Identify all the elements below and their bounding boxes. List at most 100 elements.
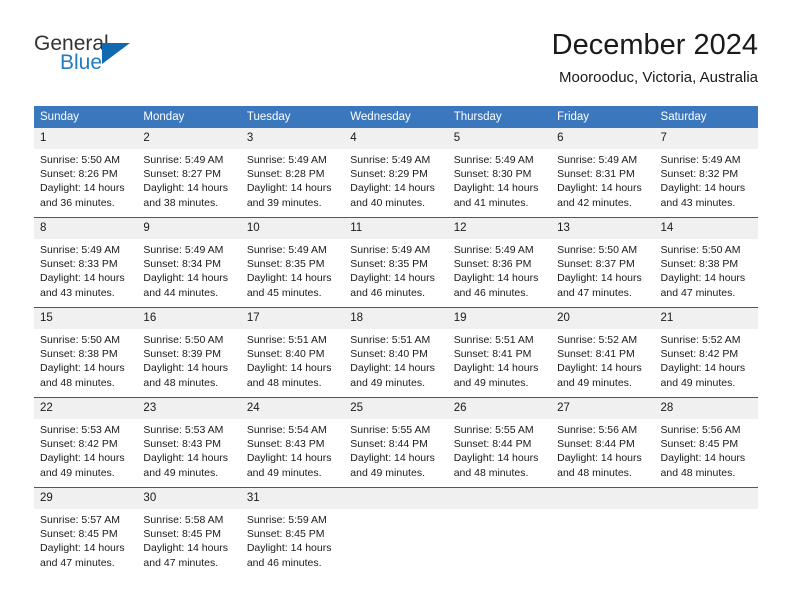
weekday-header-saturday: Saturday bbox=[654, 106, 758, 128]
daylight-text-line1: Daylight: 14 hours bbox=[453, 272, 539, 285]
day-cell[interactable]: 9 Sunrise: 5:49 AM Sunset: 8:34 PM Dayli… bbox=[137, 217, 241, 308]
daylight-text-line1: Daylight: 14 hours bbox=[557, 182, 642, 195]
day-cell[interactable]: 27 Sunrise: 5:56 AM Sunset: 8:44 PM Dayl… bbox=[551, 397, 655, 488]
day-cell[interactable]: 19 Sunrise: 5:51 AM Sunset: 8:41 PM Dayl… bbox=[447, 307, 552, 398]
sunrise-text: Sunrise: 5:49 AM bbox=[453, 244, 534, 256]
day-number: 5 bbox=[447, 128, 552, 149]
day-number: 19 bbox=[447, 308, 552, 329]
sunset-text: Sunset: 8:41 PM bbox=[453, 348, 532, 361]
sunrise-sunset-calendar: Sunday Monday Tuesday Wednesday Thursday… bbox=[34, 106, 758, 577]
day-cell[interactable]: 17 Sunrise: 5:51 AM Sunset: 8:40 PM Dayl… bbox=[240, 307, 345, 398]
day-cell[interactable]: 5 Sunrise: 5:49 AM Sunset: 8:30 PM Dayli… bbox=[447, 128, 552, 218]
day-cell[interactable]: 25 Sunrise: 5:55 AM Sunset: 8:44 PM Dayl… bbox=[344, 397, 448, 488]
daylight-text-line1: Daylight: 14 hours bbox=[143, 362, 229, 375]
day-number: 15 bbox=[34, 308, 138, 329]
daylight-text-line1: Daylight: 14 hours bbox=[143, 182, 229, 195]
day-cell[interactable]: 23 Sunrise: 5:53 AM Sunset: 8:43 PM Dayl… bbox=[137, 397, 241, 488]
daylight-text-line2: and 40 minutes. bbox=[350, 196, 425, 209]
day-cell[interactable]: 31 Sunrise: 5:59 AM Sunset: 8:45 PM Dayl… bbox=[240, 487, 345, 577]
day-cell[interactable]: 16 Sunrise: 5:50 AM Sunset: 8:39 PM Dayl… bbox=[137, 307, 241, 398]
sunset-text: Sunset: 8:31 PM bbox=[557, 168, 635, 181]
logo-text-blue: Blue bbox=[60, 51, 103, 74]
sunset-text: Sunset: 8:44 PM bbox=[557, 438, 635, 451]
day-cell[interactable]: 10 Sunrise: 5:49 AM Sunset: 8:35 PM Dayl… bbox=[240, 217, 345, 308]
day-cell[interactable]: 20 Sunrise: 5:52 AM Sunset: 8:41 PM Dayl… bbox=[551, 307, 655, 398]
weekday-header-tuesday: Tuesday bbox=[240, 106, 345, 128]
day-number: 1 bbox=[34, 128, 138, 149]
day-details: Sunrise: 5:56 AM Sunset: 8:44 PM Dayligh… bbox=[551, 419, 654, 480]
daylight-text-line1: Daylight: 14 hours bbox=[246, 362, 332, 375]
daylight-text-line2: and 47 minutes. bbox=[557, 286, 632, 299]
daylight-text-line1: Daylight: 14 hours bbox=[557, 452, 642, 465]
day-number: 24 bbox=[240, 398, 345, 419]
calendar-header-row: Sunday Monday Tuesday Wednesday Thursday… bbox=[34, 106, 758, 128]
daylight-text-line2: and 49 minutes. bbox=[40, 466, 115, 479]
day-cell[interactable]: 8 Sunrise: 5:49 AM Sunset: 8:33 PM Dayli… bbox=[34, 217, 138, 308]
sunset-text: Sunset: 8:37 PM bbox=[557, 258, 635, 271]
daylight-text-line2: and 45 minutes. bbox=[246, 286, 322, 299]
day-details: Sunrise: 5:51 AM Sunset: 8:41 PM Dayligh… bbox=[448, 329, 551, 390]
sunset-text: Sunset: 8:35 PM bbox=[350, 258, 428, 271]
calendar-week-row: 8 Sunrise: 5:49 AM Sunset: 8:33 PM Dayli… bbox=[34, 217, 758, 308]
day-cell[interactable]: 2 Sunrise: 5:49 AM Sunset: 8:27 PM Dayli… bbox=[137, 128, 241, 218]
weekday-header-wednesday: Wednesday bbox=[344, 106, 448, 128]
sunrise-text: Sunrise: 5:52 AM bbox=[660, 334, 741, 346]
sunset-text: Sunset: 8:43 PM bbox=[246, 438, 325, 451]
day-details: Sunrise: 5:54 AM Sunset: 8:43 PM Dayligh… bbox=[241, 419, 344, 480]
day-cell[interactable]: 6 Sunrise: 5:49 AM Sunset: 8:31 PM Dayli… bbox=[551, 128, 655, 218]
sunset-text: Sunset: 8:45 PM bbox=[246, 528, 325, 541]
day-cell[interactable]: 11 Sunrise: 5:49 AM Sunset: 8:35 PM Dayl… bbox=[344, 217, 448, 308]
daylight-text-line1: Daylight: 14 hours bbox=[246, 452, 332, 465]
day-cell[interactable]: 21 Sunrise: 5:52 AM Sunset: 8:42 PM Dayl… bbox=[654, 307, 758, 398]
sunrise-text: Sunrise: 5:52 AM bbox=[557, 334, 638, 346]
day-cell[interactable]: 26 Sunrise: 5:55 AM Sunset: 8:44 PM Dayl… bbox=[447, 397, 552, 488]
day-cell[interactable]: 29 Sunrise: 5:57 AM Sunset: 8:45 PM Dayl… bbox=[34, 487, 138, 577]
daylight-text-line2: and 36 minutes. bbox=[40, 196, 115, 209]
daylight-text-line1: Daylight: 14 hours bbox=[246, 542, 332, 555]
daylight-text-line2: and 49 minutes. bbox=[660, 376, 736, 389]
daylight-text-line1: Daylight: 14 hours bbox=[40, 542, 125, 555]
sunrise-text: Sunrise: 5:55 AM bbox=[350, 424, 431, 436]
daylight-text-line2: and 42 minutes. bbox=[557, 196, 632, 209]
day-number: 2 bbox=[137, 128, 241, 149]
daylight-text-line1: Daylight: 14 hours bbox=[557, 362, 642, 375]
sunset-text: Sunset: 8:38 PM bbox=[660, 258, 739, 271]
day-details: Sunrise: 5:49 AM Sunset: 8:33 PM Dayligh… bbox=[34, 239, 137, 300]
daylight-text-line1: Daylight: 14 hours bbox=[350, 362, 435, 375]
sunrise-text: Sunrise: 5:49 AM bbox=[143, 244, 224, 256]
daylight-text-line2: and 48 minutes. bbox=[660, 466, 736, 479]
sunset-text: Sunset: 8:43 PM bbox=[143, 438, 222, 451]
sunrise-text: Sunrise: 5:54 AM bbox=[246, 424, 327, 436]
daylight-text-line2: and 46 minutes. bbox=[453, 286, 529, 299]
daylight-text-line2: and 41 minutes. bbox=[453, 196, 529, 209]
daylight-text-line1: Daylight: 14 hours bbox=[660, 362, 746, 375]
calendar-week-row: 29 Sunrise: 5:57 AM Sunset: 8:45 PM Dayl… bbox=[34, 487, 758, 577]
sunset-text: Sunset: 8:38 PM bbox=[40, 348, 118, 361]
day-cell[interactable]: 12 Sunrise: 5:49 AM Sunset: 8:36 PM Dayl… bbox=[447, 217, 552, 308]
day-number: 8 bbox=[34, 218, 138, 239]
sunrise-text: Sunrise: 5:59 AM bbox=[246, 514, 327, 526]
daylight-text-line1: Daylight: 14 hours bbox=[246, 182, 332, 195]
sunset-text: Sunset: 8:45 PM bbox=[660, 438, 739, 451]
day-number: 27 bbox=[551, 398, 655, 419]
day-cell[interactable]: 14 Sunrise: 5:50 AM Sunset: 8:38 PM Dayl… bbox=[654, 217, 758, 308]
day-cell[interactable]: 18 Sunrise: 5:51 AM Sunset: 8:40 PM Dayl… bbox=[344, 307, 448, 398]
day-number: 29 bbox=[34, 488, 138, 509]
day-cell[interactable]: 24 Sunrise: 5:54 AM Sunset: 8:43 PM Dayl… bbox=[240, 397, 345, 488]
day-cell[interactable]: 7 Sunrise: 5:49 AM Sunset: 8:32 PM Dayli… bbox=[654, 128, 758, 218]
sunset-text: Sunset: 8:39 PM bbox=[143, 348, 222, 361]
day-cell[interactable]: 4 Sunrise: 5:49 AM Sunset: 8:29 PM Dayli… bbox=[344, 128, 448, 218]
day-cell[interactable]: 30 Sunrise: 5:58 AM Sunset: 8:45 PM Dayl… bbox=[137, 487, 241, 577]
day-cell[interactable]: 28 Sunrise: 5:56 AM Sunset: 8:45 PM Dayl… bbox=[654, 397, 758, 488]
day-cell[interactable]: 3 Sunrise: 5:49 AM Sunset: 8:28 PM Dayli… bbox=[240, 128, 345, 218]
day-cell[interactable]: 15 Sunrise: 5:50 AM Sunset: 8:38 PM Dayl… bbox=[34, 307, 138, 398]
day-number: 7 bbox=[654, 128, 758, 149]
day-details: Sunrise: 5:50 AM Sunset: 8:26 PM Dayligh… bbox=[34, 149, 137, 210]
day-cell[interactable]: 22 Sunrise: 5:53 AM Sunset: 8:42 PM Dayl… bbox=[34, 397, 138, 488]
day-cell[interactable]: 13 Sunrise: 5:50 AM Sunset: 8:37 PM Dayl… bbox=[551, 217, 655, 308]
daylight-text-line2: and 49 minutes. bbox=[350, 376, 425, 389]
day-cell[interactable]: 1 Sunrise: 5:50 AM Sunset: 8:26 PM Dayli… bbox=[34, 128, 138, 218]
general-blue-logo[interactable]: General Blue bbox=[34, 32, 154, 80]
logo-triangle-icon bbox=[102, 43, 130, 64]
sunrise-text: Sunrise: 5:51 AM bbox=[246, 334, 327, 346]
